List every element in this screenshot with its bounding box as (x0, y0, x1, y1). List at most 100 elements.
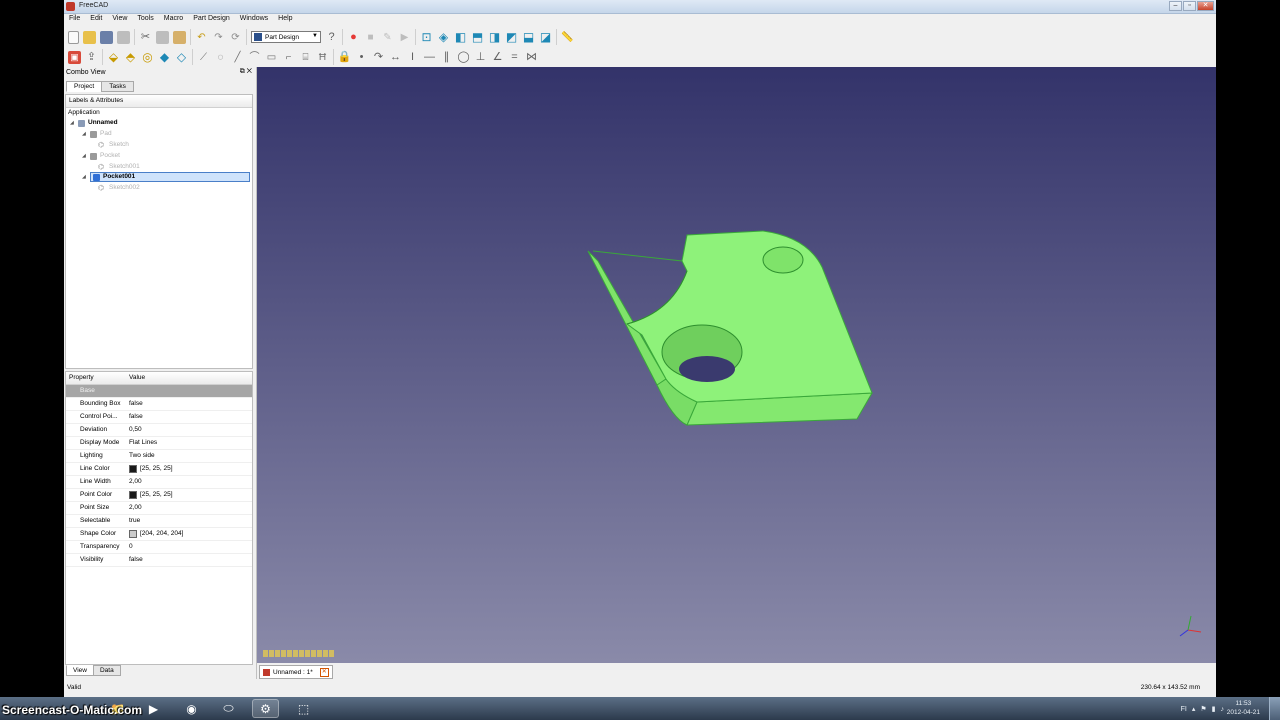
sketch-arc-icon[interactable]: ⌒ (248, 51, 261, 64)
sketch-line-icon[interactable]: ╱ (231, 51, 244, 64)
measure-distance-icon[interactable]: 📏 (561, 31, 574, 44)
paste-icon[interactable] (173, 30, 186, 44)
pocket-icon[interactable]: ⬘ (124, 50, 137, 64)
property-row[interactable]: Line Width 2,00 (66, 476, 252, 489)
tab-document-unnamed[interactable]: Unnamed : 1* ✕ (259, 665, 333, 679)
copy-icon[interactable] (156, 30, 169, 44)
property-row[interactable]: Bounding Box false (66, 398, 252, 411)
property-row[interactable]: Transparency 0 (66, 541, 252, 554)
property-value-cell[interactable]: [25, 25, 25] (127, 463, 173, 475)
sketch-circle-icon[interactable]: ◌ (214, 51, 227, 64)
language-indicator[interactable]: FI (1181, 706, 1187, 713)
menu-file[interactable]: File (64, 14, 85, 26)
view-left-icon[interactable]: ◪ (539, 30, 552, 44)
save-icon[interactable] (100, 30, 113, 44)
color-swatch[interactable] (129, 491, 137, 499)
expand-arrow-icon[interactable]: ◢ (82, 172, 90, 182)
media-player-icon[interactable]: ▶ (140, 699, 167, 718)
print-icon[interactable] (117, 30, 130, 44)
whats-this-icon[interactable]: ? (325, 31, 338, 44)
tab-project[interactable]: Project (66, 81, 103, 92)
expand-arrow-icon[interactable]: ◢ (82, 151, 90, 161)
menu-tools[interactable]: Tools (132, 14, 158, 26)
property-value-cell[interactable]: Flat Lines (127, 437, 157, 449)
tree-item-sketch002[interactable]: ⌬ Sketch002 (98, 183, 140, 193)
property-row[interactable]: Control Poi... false (66, 411, 252, 424)
macro-edit-icon[interactable]: ✎ (381, 31, 394, 44)
view-top-icon[interactable]: ⬒ (471, 30, 484, 44)
tree-item-pocket[interactable]: ◢ Pocket (82, 151, 120, 161)
property-row[interactable]: Deviation 0,50 (66, 424, 252, 437)
constraint-tangent-icon[interactable]: ↷ (372, 51, 385, 64)
pad-icon[interactable]: ⬙ (107, 50, 120, 64)
revolution-icon[interactable]: ◎ (141, 50, 154, 64)
property-row[interactable]: Visibility false (66, 554, 252, 567)
property-value-cell[interactable]: 0 (127, 541, 133, 553)
sketch-construction-icon[interactable]: Ħ (316, 51, 329, 64)
property-row[interactable]: Lighting Two side (66, 450, 252, 463)
constraint-equal-icon[interactable]: = (508, 51, 521, 64)
tab-tasks[interactable]: Tasks (101, 81, 134, 92)
expand-arrow-icon[interactable]: ◢ (82, 129, 90, 139)
flag-icon[interactable]: ⚑ (1200, 705, 1206, 713)
property-value-cell[interactable]: 0,50 (127, 424, 142, 436)
new-document-icon[interactable] (68, 30, 79, 44)
menu-view[interactable]: View (107, 14, 132, 26)
constraint-vertical-icon[interactable]: I (406, 51, 419, 64)
property-row[interactable]: Selectable true (66, 515, 252, 528)
tree-item-pad[interactable]: ◢ Pad (82, 129, 112, 139)
undock-close-icon[interactable]: ⧉ ✕ (240, 68, 252, 76)
close-button[interactable]: ✕ (1197, 1, 1214, 11)
property-value-cell[interactable]: Two side (127, 450, 155, 462)
constraint-lock-icon[interactable]: 🔒 (338, 51, 352, 64)
property-value-cell[interactable]: 2,00 (127, 502, 142, 514)
show-desktop-button[interactable] (1269, 697, 1280, 720)
macro-record-icon[interactable]: ● (347, 31, 360, 44)
view-rear-icon[interactable]: ◩ (505, 30, 518, 44)
part-model[interactable] (257, 67, 1216, 663)
tree-item-sketch001[interactable]: ⌬ Sketch001 (98, 162, 140, 172)
property-value-cell[interactable]: true (127, 515, 140, 527)
3d-viewport[interactable] (257, 67, 1216, 663)
sketch-point-icon[interactable]: ⟋ (197, 51, 210, 64)
color-swatch[interactable] (129, 530, 137, 538)
leave-sketch-icon[interactable]: ⇪ (85, 51, 98, 64)
tab-view[interactable]: View (66, 665, 94, 676)
property-group-base[interactable]: Base (66, 385, 252, 398)
workbench-selector[interactable]: Part Design ▼ (251, 31, 321, 43)
constraint-radius-icon[interactable]: ◯ (457, 51, 470, 64)
view-bottom-icon[interactable]: ⬓ (522, 30, 535, 44)
menu-part-design[interactable]: Part Design (188, 14, 235, 26)
view-fit-all-icon[interactable]: ⊡ (420, 30, 433, 44)
database-icon[interactable]: ⬭ (215, 699, 242, 718)
sketch-polyline-icon[interactable]: ⌐ (282, 51, 295, 64)
undo-icon[interactable]: ↶ (195, 31, 208, 44)
macro-stop-icon[interactable]: ■ (364, 31, 377, 44)
menu-help[interactable]: Help (273, 14, 297, 26)
tree-item-document[interactable]: ◢ Unnamed (70, 118, 118, 128)
redo-icon[interactable]: ↷ (212, 31, 225, 44)
minimize-button[interactable]: – (1169, 1, 1182, 11)
constraint-horizontal-icon[interactable]: — (423, 51, 436, 64)
color-swatch[interactable] (129, 465, 137, 473)
property-row[interactable]: Display Mode Flat Lines (66, 437, 252, 450)
property-value-cell[interactable]: [25, 25, 25] (127, 489, 173, 501)
constraint-angle-icon[interactable]: ∠ (491, 51, 504, 64)
close-tab-icon[interactable]: ✕ (319, 667, 329, 677)
menu-windows[interactable]: Windows (235, 14, 273, 26)
fillet-icon[interactable]: ◆ (158, 50, 171, 64)
constraint-coincident-icon[interactable]: • (355, 51, 368, 64)
clock[interactable]: 11:53 2012-04-21 (1227, 699, 1260, 717)
freecad-taskbar-icon[interactable]: ⚙ (252, 699, 279, 718)
property-value-cell[interactable]: [204, 204, 204] (127, 528, 183, 540)
constraint-parallel-icon[interactable]: ∥ (440, 51, 453, 64)
cut-icon[interactable]: ✂ (139, 31, 152, 44)
constraint-horizontal-distance-icon[interactable]: ↔ (389, 51, 402, 64)
tray-arrow-icon[interactable]: ▴ (1192, 705, 1196, 713)
property-value-cell[interactable]: false (127, 411, 143, 423)
chrome-icon[interactable]: ◉ (178, 699, 205, 718)
view-front-icon[interactable]: ◧ (454, 30, 467, 44)
property-row[interactable]: Point Color [25, 25, 25] (66, 489, 252, 502)
volume-icon[interactable]: ♪ (1221, 706, 1225, 713)
screen-capture-icon[interactable]: ⬚ (290, 699, 317, 718)
